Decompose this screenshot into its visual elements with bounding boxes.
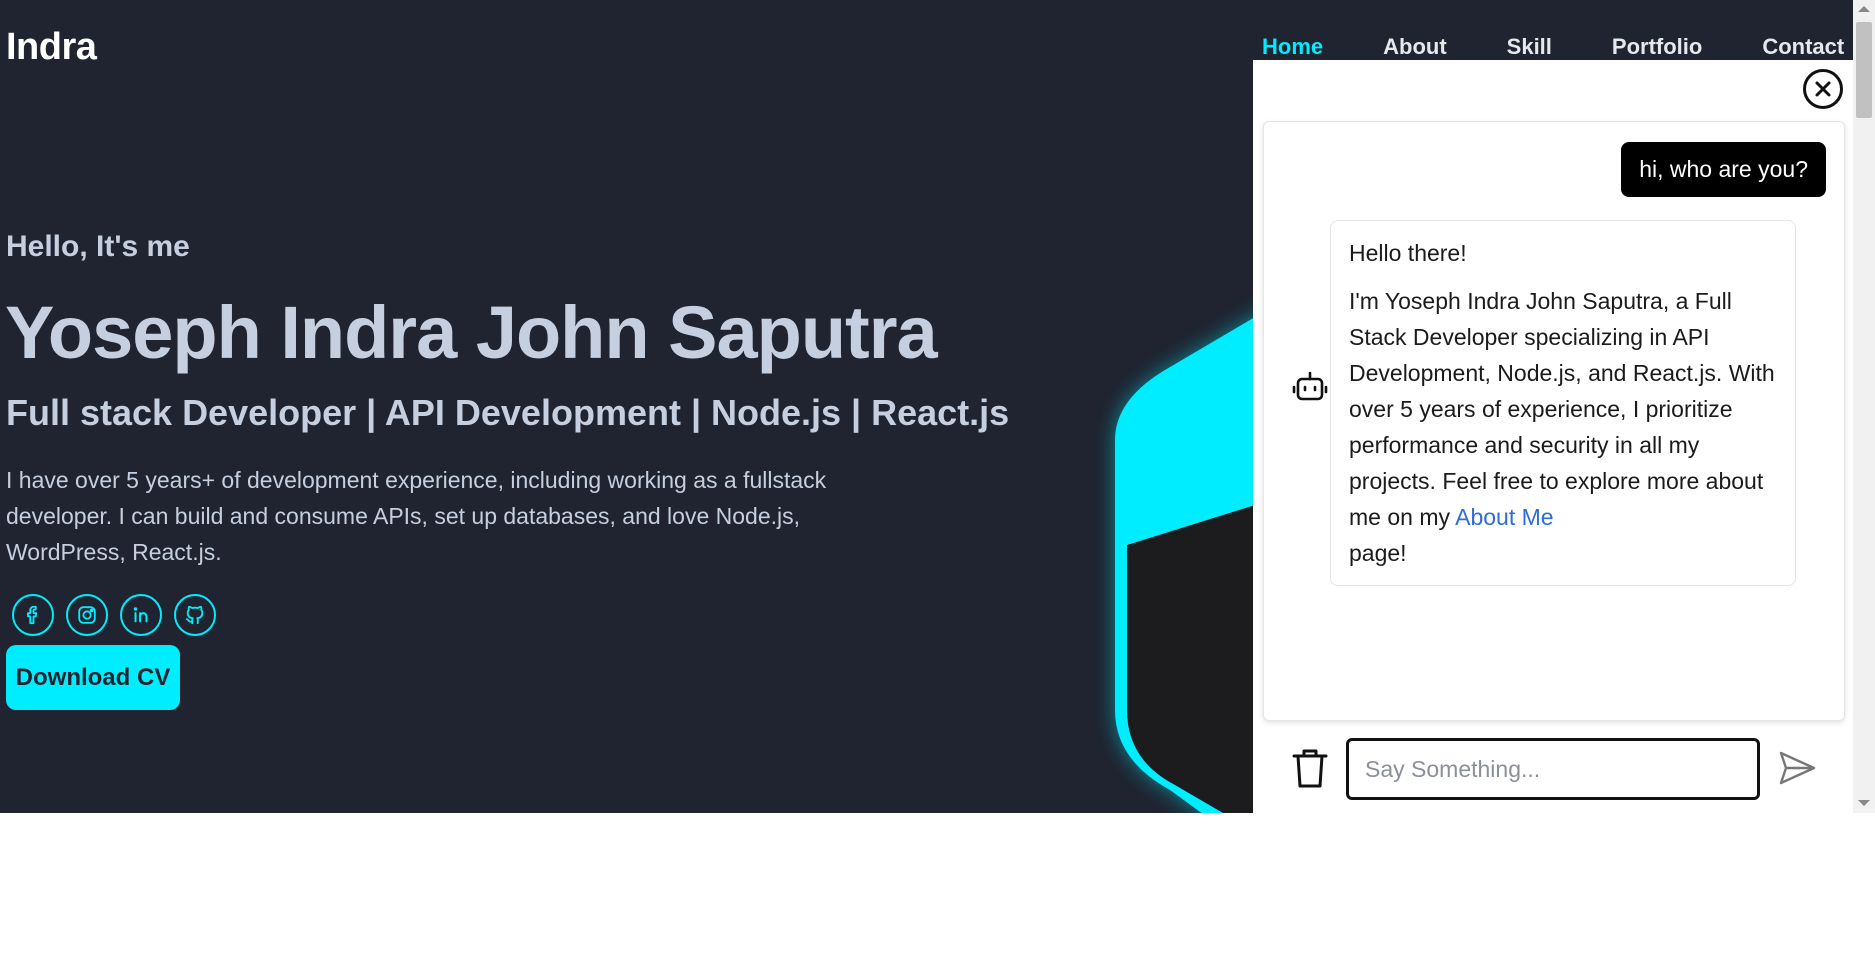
bot-body-tail: page! — [1349, 540, 1407, 566]
social-links — [12, 594, 216, 636]
bot-greeting: Hello there! — [1349, 240, 1467, 266]
nav-item-contact[interactable]: Contact — [1762, 34, 1844, 60]
chat-messages[interactable]: hi, who are you? Hello there! I'm Yoseph… — [1263, 121, 1845, 721]
facebook-icon — [27, 605, 38, 625]
nav-item-skill[interactable]: Skill — [1507, 34, 1552, 60]
trash-icon[interactable] — [1290, 746, 1330, 790]
hero-role: Full stack Developer | API Development |… — [6, 392, 1010, 433]
hero-description: I have over 5 years+ of development expe… — [6, 467, 827, 565]
download-cv-button[interactable]: Download CV — [6, 645, 180, 710]
hero-name: Yoseph Indra John Saputra — [5, 291, 938, 374]
linkedin-link[interactable] — [120, 594, 162, 636]
scroll-down-arrow[interactable] — [1858, 800, 1870, 806]
robot-icon — [1292, 371, 1328, 401]
main-nav: Home About Skill Portfolio Contact — [1262, 34, 1853, 60]
github-link[interactable] — [174, 594, 216, 636]
bot-message: Hello there! I'm Yoseph Indra John Saput… — [1330, 220, 1796, 586]
page-scrollbar[interactable] — [1853, 0, 1875, 813]
facebook-link[interactable] — [12, 594, 54, 636]
close-icon — [1815, 81, 1831, 97]
about-me-link[interactable]: About Me — [1455, 504, 1553, 530]
instagram-link[interactable] — [66, 594, 108, 636]
site-logo[interactable]: Indra — [6, 26, 97, 69]
send-icon[interactable] — [1777, 748, 1817, 788]
chat-input[interactable] — [1346, 738, 1760, 800]
user-message: hi, who are you? — [1621, 142, 1826, 197]
nav-item-home[interactable]: Home — [1262, 34, 1323, 60]
instagram-icon — [78, 606, 96, 624]
chat-panel: hi, who are you? Hello there! I'm Yoseph… — [1253, 60, 1853, 813]
nav-item-about[interactable]: About — [1383, 34, 1447, 60]
github-icon — [185, 605, 204, 625]
scroll-up-arrow[interactable] — [1858, 6, 1870, 12]
scrollbar-thumb[interactable] — [1856, 22, 1872, 118]
linkedin-icon — [133, 607, 148, 623]
close-chat-button[interactable] — [1803, 69, 1843, 109]
hero-greeting: Hello, It's me — [6, 230, 190, 263]
bot-body: I'm Yoseph Indra John Saputra, a Full St… — [1349, 283, 1777, 571]
nav-item-portfolio[interactable]: Portfolio — [1612, 34, 1702, 60]
bot-body-text: I'm Yoseph Indra John Saputra, a Full St… — [1349, 288, 1775, 530]
